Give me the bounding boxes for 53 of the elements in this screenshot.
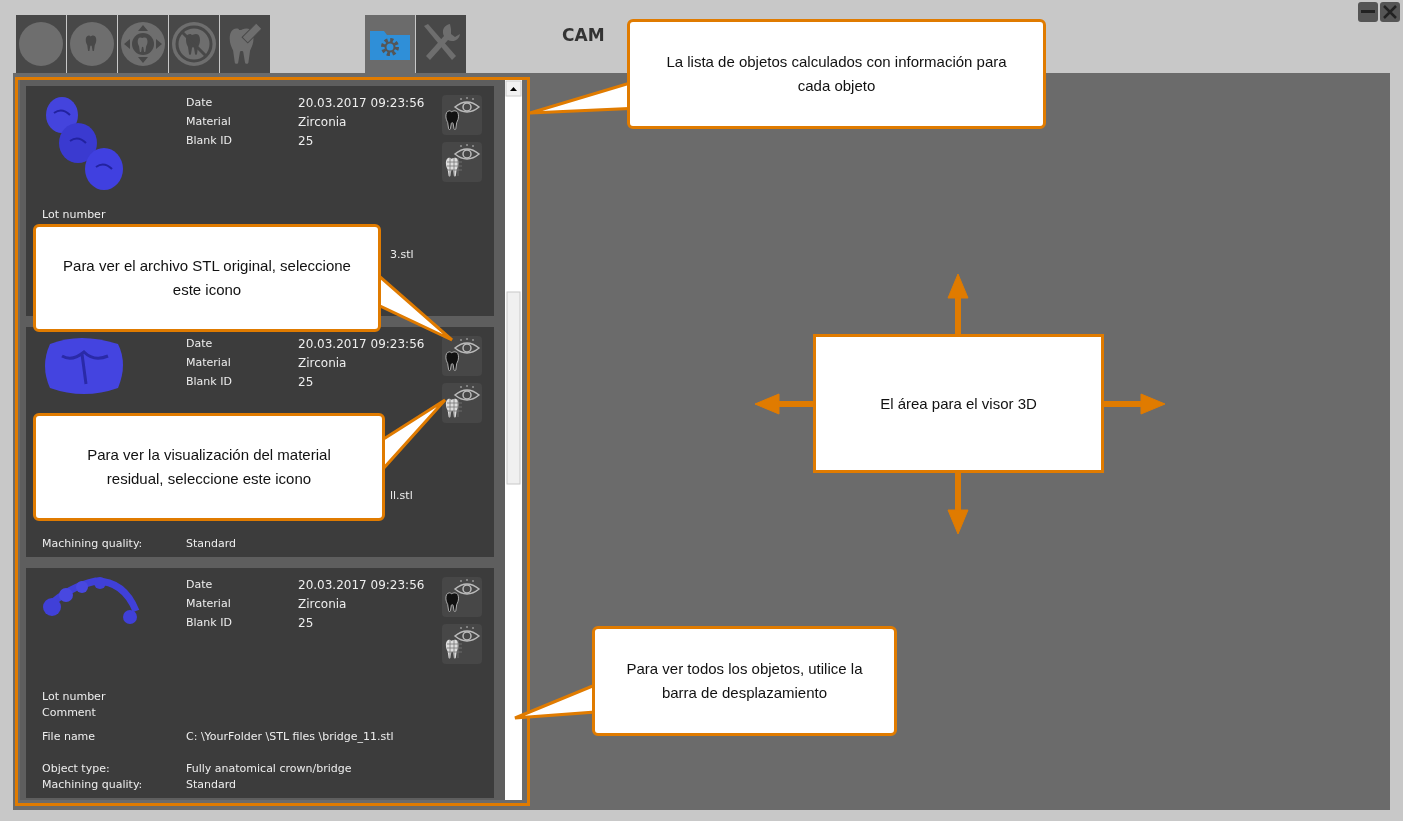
field-value: 3.stl [390, 248, 414, 261]
callout-text: La lista de objetos calculados con información para cada objeto [627, 19, 1046, 129]
tooth-icon [69, 21, 115, 67]
field-value: Standard [186, 778, 237, 791]
circle-icon [18, 21, 64, 67]
field-value: Fully anatomical crown/bridge [186, 762, 352, 775]
field-label: Machining quality: [42, 537, 144, 550]
detail-label: Blank ID [186, 616, 233, 630]
eye-tooth-icon [443, 579, 481, 615]
detail-label: Date [186, 578, 214, 592]
detail-value: 25 [298, 134, 314, 148]
field-label: Lot number [42, 208, 107, 221]
view-residual-button[interactable] [442, 383, 482, 423]
view-original-button[interactable] [442, 577, 482, 617]
detail-value: 25 [298, 616, 314, 630]
field-label: Lot number [42, 690, 107, 703]
eye-tooth-icon [443, 338, 481, 374]
field-value: ll.stl [390, 489, 413, 502]
minimize-button[interactable] [1358, 2, 1378, 22]
detail-value: 20.03.2017 09:23:56 [298, 337, 425, 351]
detail-label: Blank ID [186, 134, 233, 148]
detail-label: Material [186, 356, 232, 370]
field-value: C: \YourFolder \STL files \bridge_11.stl [186, 730, 394, 743]
detail-label: Material [186, 115, 232, 129]
field-label: Machining quality: [42, 778, 144, 791]
field-label: Comment [42, 706, 97, 719]
detail-label: Material [186, 597, 232, 611]
detail-value: 20.03.2017 09:23:56 [298, 96, 425, 110]
close-icon [1383, 5, 1397, 19]
settings-folder-tab[interactable] [365, 15, 415, 73]
field-label: Object type: [42, 762, 111, 775]
detail-value: Zirconia [298, 356, 347, 370]
detail-value: 20.03.2017 09:23:56 [298, 578, 425, 592]
detail-label: Date [186, 337, 214, 351]
close-button[interactable] [1380, 2, 1400, 22]
view-original-button[interactable] [442, 336, 482, 376]
window-title: CAM [562, 25, 605, 45]
field-label: File name [42, 730, 97, 743]
eye-tooth-icon [443, 97, 481, 133]
detail-label: Date [186, 96, 214, 110]
detail-label: Blank ID [186, 375, 233, 389]
field-value: Standard [186, 537, 237, 550]
no-tooth-icon [171, 21, 217, 67]
view-residual-button[interactable] [442, 624, 482, 664]
detail-value: Zirconia [298, 115, 347, 129]
minimize-icon [1361, 10, 1375, 14]
move-tooth-icon [120, 21, 166, 67]
view-residual-button[interactable] [442, 142, 482, 182]
callout-text: El área para el visor 3D [813, 334, 1104, 473]
detail-value: Zirconia [298, 597, 347, 611]
detail-value: 25 [298, 375, 314, 389]
callout-text: Para ver todos los objetos, utilice la barra de desplazamiento [592, 626, 897, 736]
view-original-button[interactable] [442, 95, 482, 135]
